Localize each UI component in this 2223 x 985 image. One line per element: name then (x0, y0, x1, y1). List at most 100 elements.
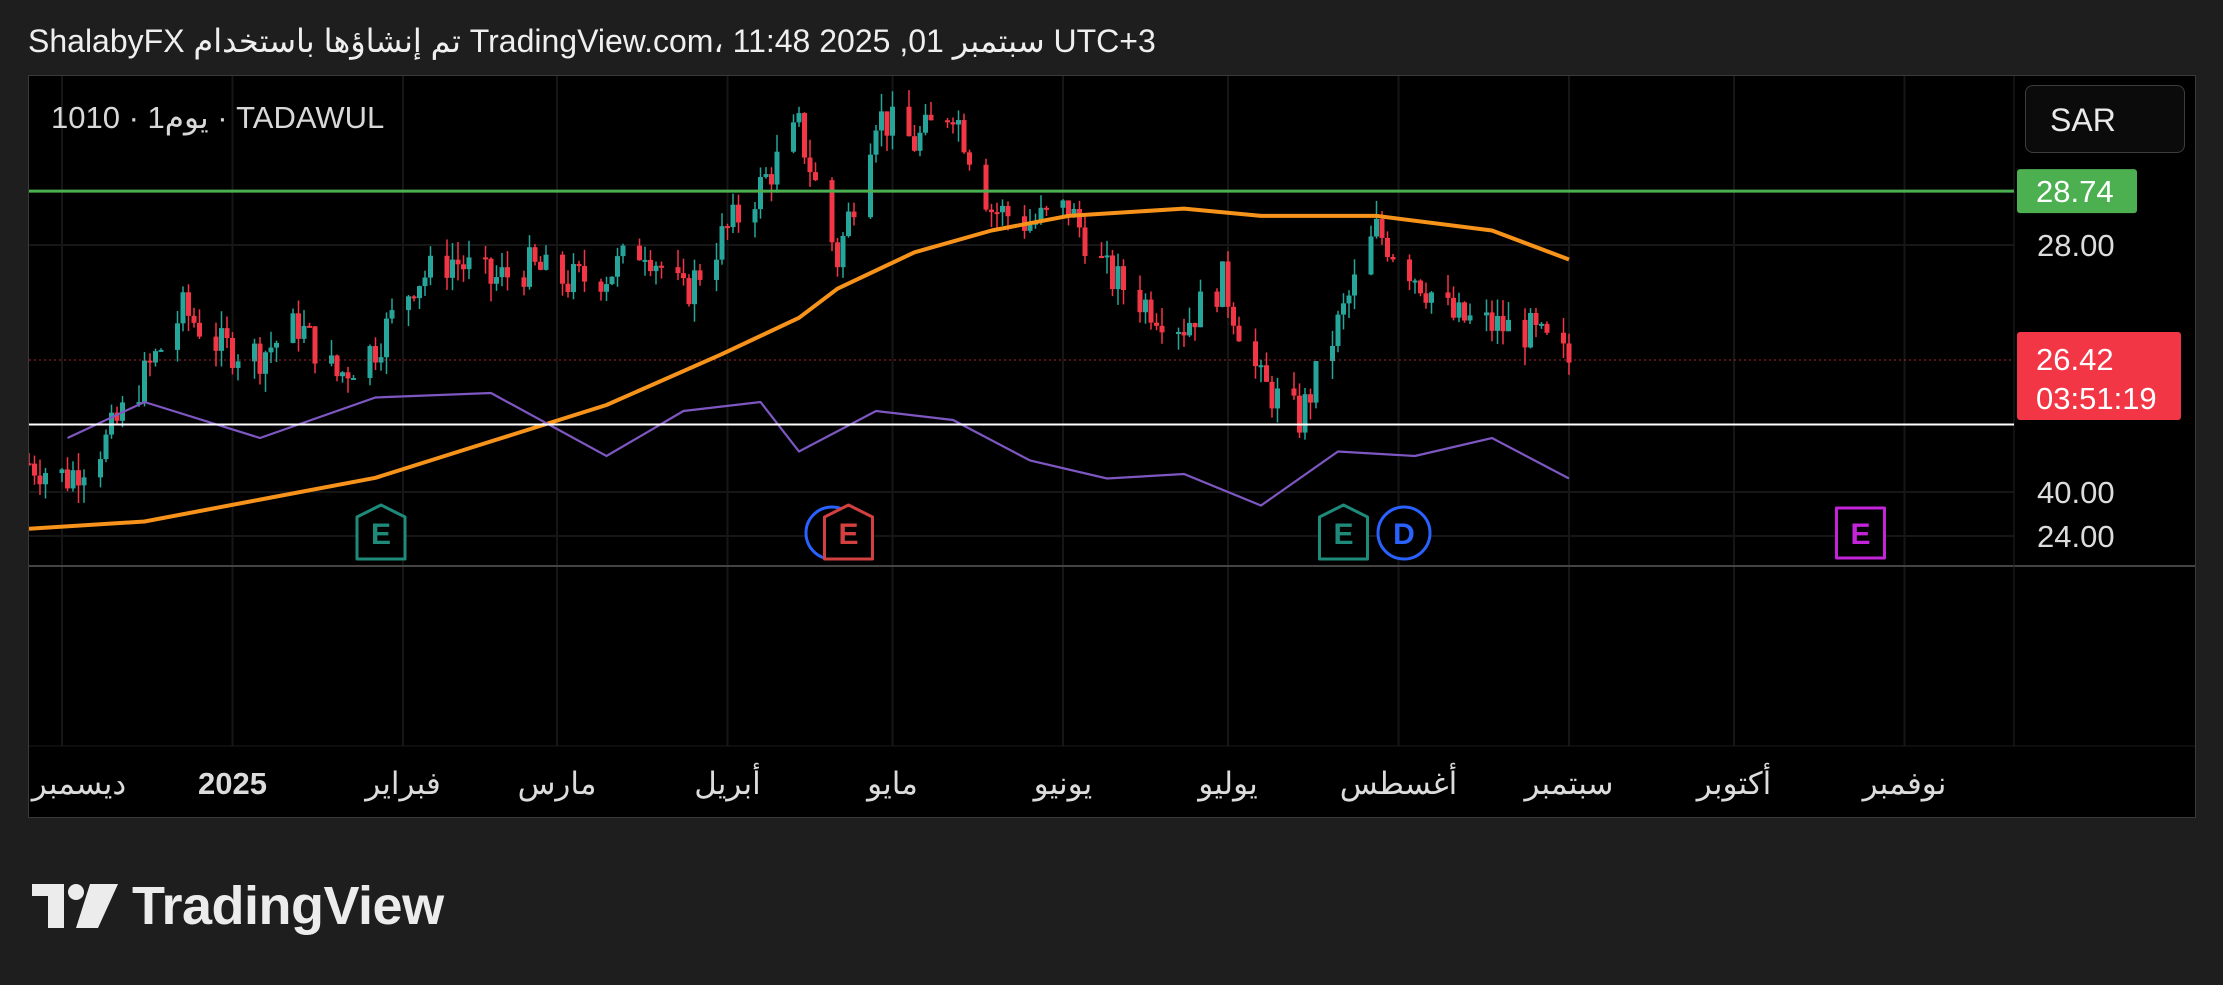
currency-button[interactable]: SAR (2025, 85, 2185, 153)
candle-body[interactable] (1561, 332, 1566, 344)
candle-body[interactable] (444, 255, 450, 278)
candle-body[interactable] (65, 469, 70, 489)
candle-body[interactable] (1544, 323, 1550, 333)
candle-body[interactable] (1236, 325, 1242, 342)
candle-body[interactable] (763, 174, 769, 178)
candle-body[interactable] (483, 257, 488, 260)
candle-body[interactable] (758, 177, 763, 210)
candle-body[interactable] (829, 180, 835, 243)
candle-body[interactable] (989, 209, 994, 213)
candle-body[interactable] (994, 212, 1000, 215)
candle-body[interactable] (1104, 255, 1110, 258)
candle-body[interactable] (1044, 207, 1049, 210)
candle-body[interactable] (692, 270, 697, 305)
candle-body[interactable] (1027, 224, 1033, 231)
candle-body[interactable] (1137, 290, 1143, 313)
candle-body[interactable] (813, 172, 818, 181)
candle-body[interactable] (1082, 227, 1088, 257)
candle-body[interactable] (769, 174, 774, 185)
candle-body[interactable] (807, 157, 813, 173)
candle-body[interactable] (219, 328, 224, 351)
candle-body[interactable] (296, 313, 301, 339)
candle-body[interactable] (417, 286, 422, 299)
candle-body[interactable] (659, 265, 664, 268)
candle-body[interactable] (774, 151, 780, 185)
candle-body[interactable] (263, 352, 268, 374)
candle-body[interactable] (180, 292, 186, 324)
candle-body[interactable] (494, 277, 499, 284)
candle-body[interactable] (312, 326, 318, 364)
candle-body[interactable] (521, 277, 527, 287)
candle-body[interactable] (719, 226, 725, 260)
candle-body[interactable] (1341, 303, 1346, 315)
candle-body[interactable] (604, 284, 609, 292)
candle-body[interactable] (186, 292, 191, 316)
candle-body[interactable] (367, 346, 373, 379)
candle-body[interactable] (967, 152, 972, 165)
candle-body[interactable] (884, 111, 890, 136)
candle-body[interactable] (461, 264, 466, 270)
candle-body[interactable] (648, 259, 653, 272)
candle-body[interactable] (1302, 394, 1308, 433)
candle-body[interactable] (1522, 319, 1528, 348)
candle-body[interactable] (1489, 312, 1495, 331)
candle-body[interactable] (1368, 236, 1374, 275)
candle-body[interactable] (1000, 205, 1005, 213)
candle-body[interactable] (1423, 293, 1429, 303)
candle-body[interactable] (1330, 345, 1335, 362)
candle-body[interactable] (1308, 394, 1313, 403)
candle-body[interactable] (274, 342, 279, 348)
candle-body[interactable] (1390, 256, 1396, 260)
rsi-line[interactable] (67, 391, 1570, 507)
candle-body[interactable] (213, 336, 219, 351)
candle-body[interactable] (345, 372, 351, 379)
chart-panel[interactable]: EDEEDE28.0024.0040.0028.7426.4203:51:19د… (28, 75, 2196, 818)
candle-body[interactable] (1445, 292, 1451, 298)
candle-body[interactable] (1467, 315, 1473, 321)
candle-body[interactable] (411, 296, 417, 299)
candle-body[interactable] (32, 463, 37, 476)
candle-body[interactable] (384, 318, 389, 358)
candle-body[interactable] (1352, 274, 1357, 296)
candle-body[interactable] (1192, 322, 1198, 328)
candle-body[interactable] (257, 343, 263, 374)
candle-body[interactable] (620, 245, 626, 257)
candle-body[interactable] (488, 258, 494, 284)
candle-body[interactable] (983, 164, 989, 210)
candle-body[interactable] (697, 270, 703, 280)
candle-body[interactable] (450, 259, 455, 278)
candle-body[interactable] (928, 114, 934, 121)
candle-body[interactable] (653, 265, 659, 272)
candle-body[interactable] (70, 470, 76, 489)
candle-body[interactable] (1484, 312, 1489, 316)
candle-body[interactable] (796, 113, 802, 123)
candle-body[interactable] (527, 247, 532, 287)
candle-body[interactable] (686, 278, 692, 305)
candle-body[interactable] (252, 343, 257, 362)
candle-body[interactable] (268, 347, 274, 353)
candle-body[interactable] (752, 209, 758, 223)
candle-body[interactable] (43, 473, 48, 485)
candle-body[interactable] (1297, 395, 1302, 433)
candle-body[interactable] (1346, 295, 1352, 304)
candle-body[interactable] (59, 469, 65, 474)
candle-body[interactable] (98, 459, 103, 478)
candle-body[interactable] (538, 261, 543, 270)
candle-body[interactable] (1231, 306, 1236, 326)
candle-body[interactable] (868, 154, 873, 218)
candle-body[interactable] (147, 360, 153, 363)
candle-body[interactable] (532, 247, 538, 262)
candle-body[interactable] (153, 351, 158, 363)
candle-body[interactable] (736, 204, 741, 223)
candle-body[interactable] (1176, 331, 1181, 334)
candle-body[interactable] (191, 315, 197, 323)
candle-body[interactable] (873, 130, 879, 155)
candle-body[interactable] (565, 283, 571, 293)
candle-body[interactable] (1407, 259, 1412, 282)
candle-body[interactable] (1379, 218, 1385, 238)
candle-body[interactable] (406, 296, 411, 311)
candle-body[interactable] (1099, 256, 1104, 259)
candle-body[interactable] (923, 114, 928, 133)
candle-body[interactable] (1198, 291, 1203, 328)
candle-body[interactable] (956, 120, 961, 125)
